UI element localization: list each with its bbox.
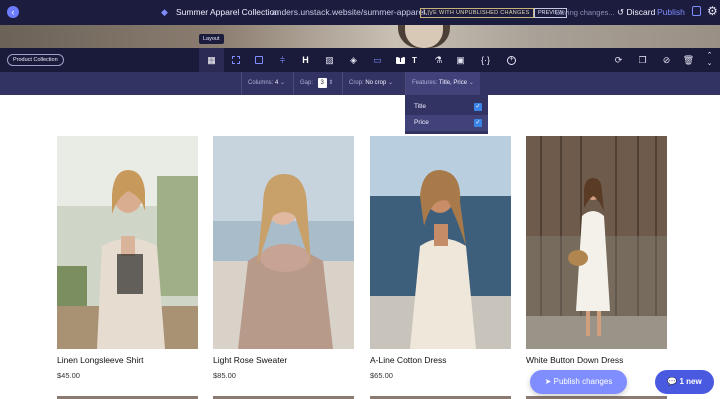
discard-button[interactable]: ↺ Discard bbox=[617, 7, 655, 18]
back-icon[interactable]: ‹ bbox=[7, 6, 19, 18]
feature-option-price[interactable]: Price ✓ bbox=[405, 115, 488, 131]
section-label-chip[interactable]: Product Collection bbox=[7, 54, 64, 66]
heading-icon[interactable]: H bbox=[293, 48, 318, 72]
chevron-down-icon: ⌄ bbox=[388, 80, 394, 86]
site-title[interactable]: ◆ Summer Apparel Collection bbox=[161, 7, 279, 17]
product-image[interactable] bbox=[370, 136, 511, 349]
columns-value: 4 bbox=[275, 80, 279, 86]
checkbox-checked-icon[interactable]: ✓ bbox=[474, 103, 482, 111]
hero-image-strip bbox=[0, 25, 720, 48]
code-icon[interactable]: {·} bbox=[473, 48, 498, 72]
product-price: $45.00 bbox=[57, 371, 80, 380]
image-icon[interactable]: ▨ bbox=[317, 48, 342, 72]
layout-options-bar: Columns: 4 ⌄ Gap: 3 ⇕ Crop: No crop ⌄ Fe… bbox=[0, 72, 720, 95]
publish-button[interactable]: Publish bbox=[657, 7, 685, 17]
add-icon[interactable]: + bbox=[499, 48, 524, 72]
section-toolbar: Product Collection ▦ ⫩ H ▨ ◈ ▭ T T ⚗ ▣ {… bbox=[0, 48, 720, 72]
product-image[interactable] bbox=[57, 136, 198, 349]
duplicate-icon[interactable]: ❐ bbox=[630, 48, 655, 72]
features-dropdown: Title ✓ Price ✓ bbox=[405, 95, 488, 134]
site-title-text: Summer Apparel Collection bbox=[176, 7, 279, 17]
crop-label: Crop: bbox=[349, 80, 364, 86]
product-name[interactable]: Linen Longsleeve Shirt bbox=[57, 355, 143, 365]
pages-icon[interactable] bbox=[692, 6, 701, 16]
frame-icon[interactable]: ▣ bbox=[448, 48, 473, 72]
product-name[interactable]: White Button Down Dress bbox=[526, 355, 623, 365]
gap-stepper[interactable]: Gap: 3 ⇕ bbox=[293, 72, 333, 95]
width-icon[interactable]: ▭ bbox=[365, 48, 390, 72]
gap-value[interactable]: 3 bbox=[317, 78, 327, 88]
feature-option-label: Price bbox=[414, 119, 429, 126]
send-icon: ➤ bbox=[544, 377, 552, 386]
columns-icon[interactable]: ⫩ bbox=[270, 48, 295, 72]
columns-select[interactable]: Columns: 4 ⌄ bbox=[241, 72, 285, 95]
product-image[interactable] bbox=[526, 136, 667, 349]
product-card[interactable]: A-Line Cotton Dress $65.00 bbox=[370, 136, 511, 380]
gear-icon[interactable]: ⚙ bbox=[707, 4, 718, 18]
discard-label: Discard bbox=[626, 7, 656, 17]
product-card[interactable]: Linen Longsleeve Shirt $45.00 bbox=[57, 136, 198, 380]
chat-label: 1 new bbox=[679, 377, 702, 386]
live-status-badge: LIVE WITH UNPUBLISHED CHANGES bbox=[420, 8, 534, 18]
reorder-icon[interactable]: ⌃ ⌄ bbox=[699, 48, 720, 72]
product-card[interactable]: White Button Down Dress bbox=[526, 136, 667, 365]
layers-icon: ◆ bbox=[161, 7, 168, 17]
product-image[interactable] bbox=[213, 136, 354, 349]
font-icon[interactable]: T bbox=[402, 48, 427, 72]
checkbox-checked-icon[interactable]: ✓ bbox=[474, 119, 482, 127]
site-url[interactable]: anders.unstack.website/summer-apparel... bbox=[272, 7, 432, 17]
product-card[interactable]: Light Rose Sweater $85.00 bbox=[213, 136, 354, 380]
features-value: Title, Price bbox=[438, 80, 468, 86]
chat-button[interactable]: 💬 1 new bbox=[655, 370, 714, 394]
chat-icon: 💬 bbox=[667, 377, 678, 386]
publish-changes-label: Publish changes bbox=[553, 377, 613, 386]
chevron-down-icon: ⌄ bbox=[468, 80, 474, 86]
product-price: $85.00 bbox=[213, 371, 236, 380]
columns-label: Columns: bbox=[248, 80, 274, 86]
product-name[interactable]: Light Rose Sweater bbox=[213, 355, 287, 365]
layout-icon[interactable]: ▦ bbox=[199, 48, 224, 72]
top-bar: ‹ ◆ Summer Apparel Collection anders.uns… bbox=[0, 0, 720, 25]
feature-option-title[interactable]: Title ✓ bbox=[405, 99, 488, 115]
feature-option-label: Title bbox=[414, 103, 427, 110]
refresh-icon[interactable]: ⟳ bbox=[606, 48, 631, 72]
delete-icon[interactable]: 🗑 bbox=[676, 48, 701, 72]
crop-value: No crop bbox=[365, 80, 387, 86]
gap-label: Gap: bbox=[300, 80, 314, 86]
product-name[interactable]: A-Line Cotton Dress bbox=[370, 355, 447, 365]
saving-status: Saving changes... bbox=[555, 8, 615, 17]
layout-tooltip: Layout bbox=[199, 34, 224, 44]
publish-changes-button[interactable]: ➤ Publish changes bbox=[530, 370, 627, 394]
features-select[interactable]: Features: Title, Price ⌄ bbox=[405, 72, 480, 95]
stepper-icon[interactable]: ⇕ bbox=[328, 80, 333, 86]
chevron-down-icon: ⌄ bbox=[280, 80, 286, 86]
section-icon[interactable] bbox=[246, 48, 271, 72]
crop-select[interactable]: Crop: No crop ⌄ bbox=[342, 72, 393, 95]
undo-icon: ↺ bbox=[617, 7, 625, 17]
features-label: Features: bbox=[412, 80, 438, 86]
product-price: $65.00 bbox=[370, 371, 393, 380]
grid-icon[interactable] bbox=[223, 48, 248, 72]
fill-icon[interactable]: ◈ bbox=[341, 48, 366, 72]
